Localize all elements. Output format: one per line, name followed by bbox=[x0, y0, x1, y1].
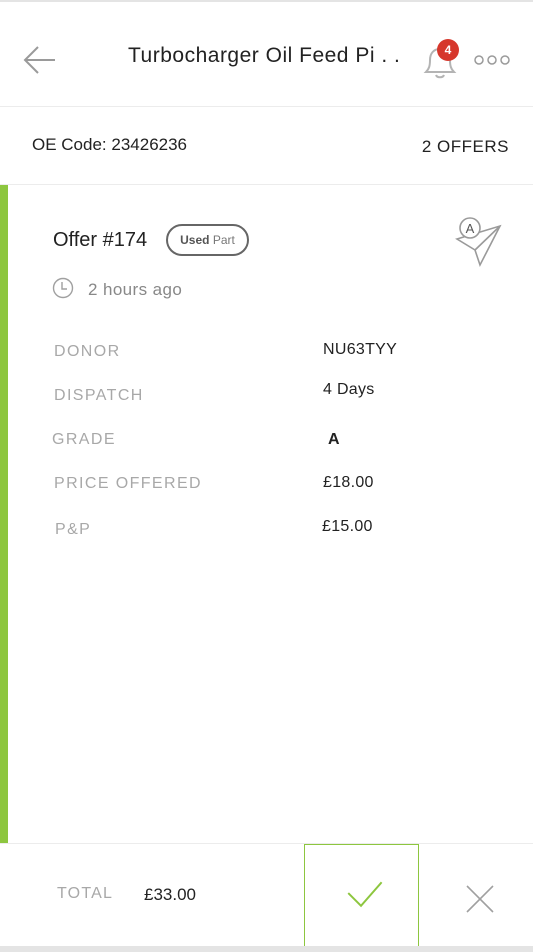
donor-value: NU63TYY bbox=[323, 341, 398, 358]
accept-offer-button[interactable] bbox=[304, 844, 419, 950]
dispatch-value: 4 Days bbox=[323, 381, 375, 398]
offer-card: Offer #174 Used Part A 2 hours ago DONOR… bbox=[0, 185, 533, 843]
used-part-tag: Used Part bbox=[166, 224, 249, 256]
back-arrow-icon[interactable] bbox=[22, 42, 58, 78]
header: Turbocharger Oil Feed Pi . . . 4 bbox=[0, 2, 533, 107]
paper-plane-icon[interactable]: A bbox=[453, 215, 505, 269]
dispatch-label: DISPATCH bbox=[54, 387, 144, 404]
pp-value: £15.00 bbox=[322, 518, 373, 535]
offers-count[interactable]: 2 OFFERS bbox=[422, 137, 509, 157]
offer-title: Offer #174 bbox=[53, 229, 148, 251]
oe-code-row: OE Code: 23426236 2 OFFERS bbox=[0, 107, 533, 185]
donor-label: DONOR bbox=[54, 343, 121, 360]
bottom-edge bbox=[0, 946, 533, 952]
grade-letter: A bbox=[466, 221, 475, 236]
footer-bar: TOTAL £33.00 bbox=[0, 843, 533, 952]
pp-label: P&P bbox=[55, 521, 92, 538]
total-label: TOTAL bbox=[57, 885, 114, 902]
price-offered-label: PRICE OFFERED bbox=[54, 475, 202, 492]
check-icon bbox=[347, 881, 383, 908]
oe-code: OE Code: 23426236 bbox=[32, 135, 188, 154]
more-dots-icon[interactable] bbox=[474, 52, 510, 68]
clock-icon bbox=[52, 277, 74, 299]
page-title: Turbocharger Oil Feed Pi . . . bbox=[128, 44, 408, 67]
notification-badge: 4 bbox=[437, 39, 459, 61]
tag-bold: Used bbox=[180, 233, 210, 247]
close-icon[interactable] bbox=[440, 864, 520, 934]
offer-accent-bar bbox=[0, 185, 8, 843]
grade-label: GRADE bbox=[52, 431, 116, 448]
total-value: £33.00 bbox=[144, 885, 196, 904]
price-offered-value: £18.00 bbox=[323, 474, 374, 491]
tag-rest: Part bbox=[212, 233, 235, 247]
grade-value: A bbox=[328, 431, 340, 448]
time-ago: 2 hours ago bbox=[88, 280, 183, 299]
